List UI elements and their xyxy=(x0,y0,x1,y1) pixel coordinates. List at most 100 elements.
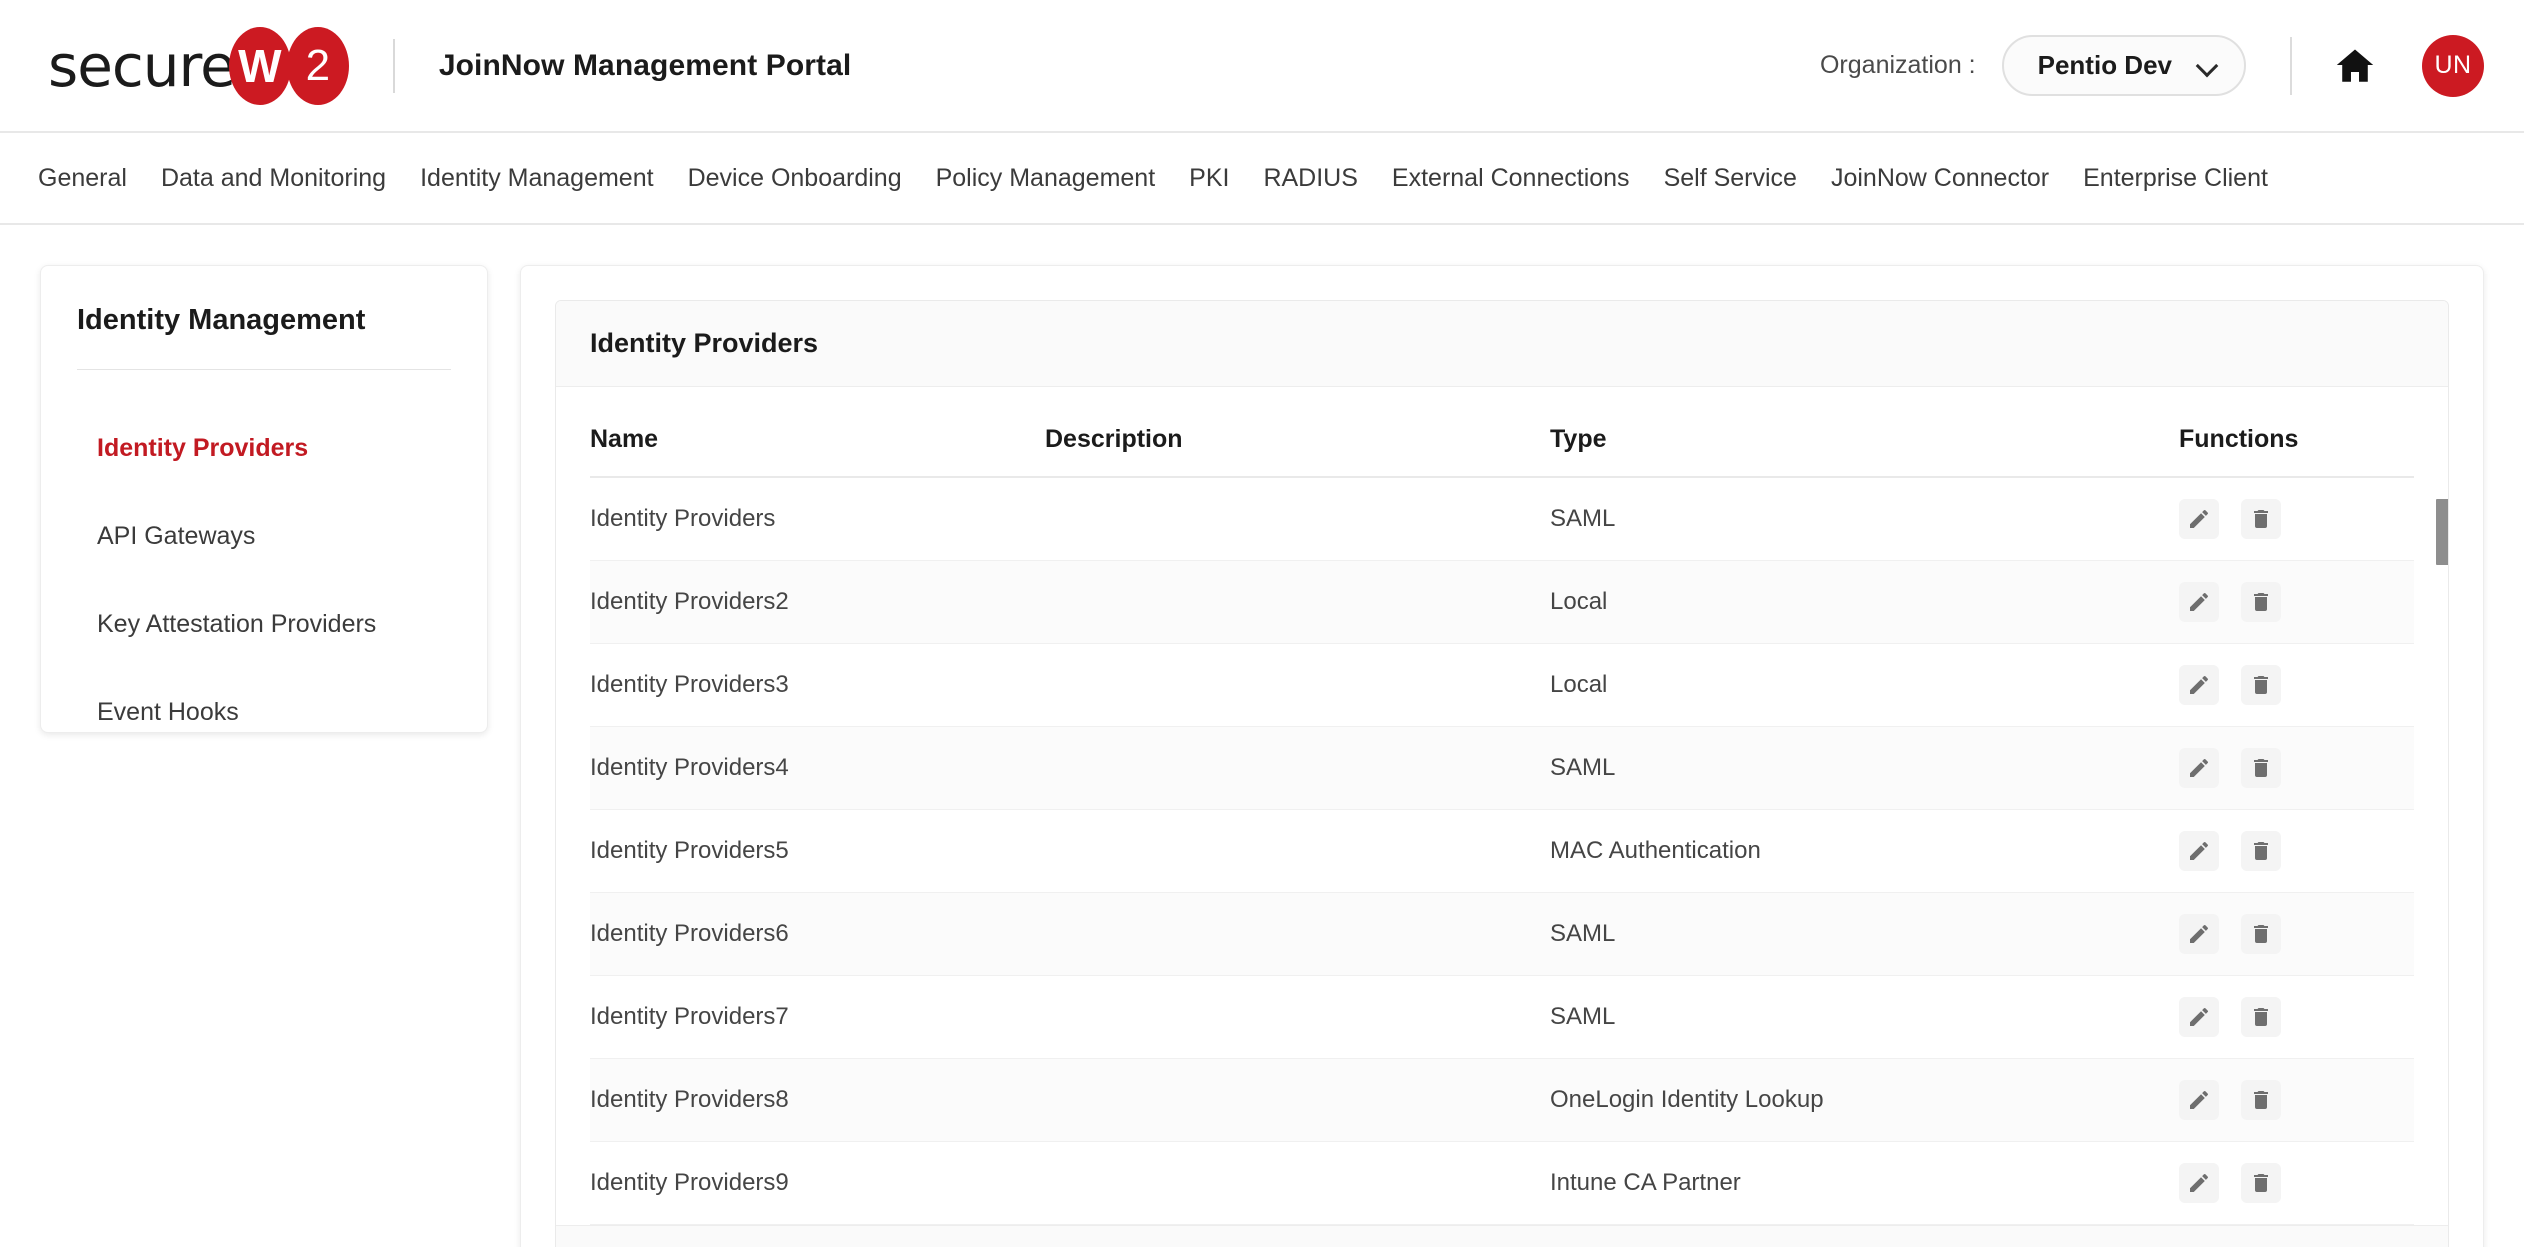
cell-functions xyxy=(2169,643,2414,727)
page-body: Identity Management Identity Providers A… xyxy=(0,225,2524,1247)
edit-icon[interactable] xyxy=(2179,665,2219,705)
identity-providers-panel: Identity Providers Name Description Type… xyxy=(555,300,2449,1247)
delete-icon[interactable] xyxy=(2241,582,2281,622)
cell-type: Local xyxy=(1550,560,2169,644)
nav-item-self-service[interactable]: Self Service xyxy=(1664,164,1797,193)
user-avatar[interactable]: UN xyxy=(2422,34,2484,97)
delete-icon[interactable] xyxy=(2241,914,2281,954)
nav-item-pki[interactable]: PKI xyxy=(1189,164,1229,193)
nav-item-radius[interactable]: RADIUS xyxy=(1263,164,1357,193)
nav-item-identity-management[interactable]: Identity Management xyxy=(420,164,653,193)
nav-item-enterprise-client[interactable]: Enterprise Client xyxy=(2083,164,2268,193)
table-body: Identity Providers SAML Identity Provide… xyxy=(590,477,2414,1225)
edit-icon[interactable] xyxy=(2179,1163,2219,1203)
main-content-card: Identity Providers Name Description Type… xyxy=(520,265,2484,1247)
sidebar-item-api-gateways[interactable]: API Gateways xyxy=(41,492,487,580)
brand-zone: secure W 2 JoinNow Management Portal xyxy=(48,26,852,105)
column-header-functions: Functions xyxy=(2169,387,2414,478)
cell-type: SAML xyxy=(1550,726,2169,810)
cell-type: Local xyxy=(1550,643,2169,727)
logo-wordmark: secure xyxy=(48,31,236,100)
cell-name: Identity Providers4 xyxy=(590,726,1045,810)
edit-icon[interactable] xyxy=(2179,997,2219,1037)
cell-description xyxy=(1045,560,1550,644)
identity-providers-table: Name Description Type Functions Identity… xyxy=(590,387,2414,1225)
delete-icon[interactable] xyxy=(2241,831,2281,871)
table-header-row: Name Description Type Functions xyxy=(590,387,2414,478)
header-right-zone: Organization : Pentio Dev UN xyxy=(1820,34,2484,97)
cell-type: SAML xyxy=(1550,975,2169,1059)
portal-title: JoinNow Management Portal xyxy=(438,48,852,82)
organization-select-value: Pentio Dev xyxy=(2037,50,2172,80)
cell-type: OneLogin Identity Lookup xyxy=(1550,1058,2169,1142)
cell-functions xyxy=(2169,892,2414,976)
table-row[interactable]: Identity Providers4 SAML xyxy=(590,726,2414,810)
table-row[interactable]: Identity Providers6 SAML xyxy=(590,892,2414,976)
table-scrollbar-thumb[interactable] xyxy=(2436,499,2448,565)
column-header-description[interactable]: Description xyxy=(1045,387,1550,478)
cell-description xyxy=(1045,726,1550,810)
table-scrollbar[interactable] xyxy=(2436,499,2448,967)
column-header-type[interactable]: Type xyxy=(1550,387,2169,478)
table-row[interactable]: Identity Providers8 OneLogin Identity Lo… xyxy=(590,1058,2414,1142)
home-icon[interactable] xyxy=(2332,45,2378,87)
cell-type: SAML xyxy=(1550,892,2169,976)
nav-item-general[interactable]: General xyxy=(38,164,127,193)
table-head: Name Description Type Functions xyxy=(590,387,2414,478)
cell-name: Identity Providers9 xyxy=(590,1141,1045,1225)
delete-icon[interactable] xyxy=(2241,1080,2281,1120)
cell-description xyxy=(1045,643,1550,727)
cell-name: Identity Providers5 xyxy=(590,809,1045,893)
sidebar-title: Identity Management xyxy=(77,304,366,336)
sidebar-item-event-hooks[interactable]: Event Hooks xyxy=(41,668,487,756)
delete-icon[interactable] xyxy=(2241,997,2281,1037)
edit-icon[interactable] xyxy=(2179,499,2219,539)
cell-functions xyxy=(2169,809,2414,893)
delete-icon[interactable] xyxy=(2241,1163,2281,1203)
column-header-name[interactable]: Name xyxy=(590,387,1045,478)
delete-icon[interactable] xyxy=(2241,499,2281,539)
logo-w-badge: W xyxy=(228,26,291,105)
cell-description xyxy=(1045,975,1550,1059)
cell-functions xyxy=(2169,975,2414,1059)
edit-icon[interactable] xyxy=(2179,582,2219,622)
securew2-logo[interactable]: secure W 2 xyxy=(48,26,349,105)
cell-description xyxy=(1045,1058,1550,1142)
nav-item-external-connections[interactable]: External Connections xyxy=(1392,164,1630,193)
organization-select[interactable]: Pentio Dev xyxy=(2001,35,2246,96)
edit-icon[interactable] xyxy=(2179,831,2219,871)
cell-name: Identity Providers3 xyxy=(590,643,1045,727)
table-container: Name Description Type Functions Identity… xyxy=(556,387,2448,1225)
cell-functions xyxy=(2169,1141,2414,1225)
table-row[interactable]: Identity Providers9 Intune CA Partner xyxy=(590,1141,2414,1225)
logo-2-badge: 2 xyxy=(286,26,349,105)
cell-name: Identity Providers xyxy=(590,477,1045,561)
nav-item-joinnow-connector[interactable]: JoinNow Connector xyxy=(1831,164,2049,193)
logo-2-letter: 2 xyxy=(305,40,331,90)
sidebar-item-key-attestation-providers[interactable]: Key Attestation Providers xyxy=(41,580,487,668)
table-row[interactable]: Identity Providers5 MAC Authentication xyxy=(590,809,2414,893)
cell-name: Identity Providers6 xyxy=(590,892,1045,976)
edit-icon[interactable] xyxy=(2179,914,2219,954)
panel-footer: Add Identity Provider xyxy=(556,1225,2448,1247)
delete-icon[interactable] xyxy=(2241,748,2281,788)
table-row[interactable]: Identity Providers SAML xyxy=(590,477,2414,561)
table-row[interactable]: Identity Providers3 Local xyxy=(590,643,2414,727)
edit-icon[interactable] xyxy=(2179,748,2219,788)
sidebar-item-identity-providers[interactable]: Identity Providers xyxy=(41,404,487,492)
nav-item-policy-management[interactable]: Policy Management xyxy=(936,164,1156,193)
edit-icon[interactable] xyxy=(2179,1080,2219,1120)
nav-item-data-and-monitoring[interactable]: Data and Monitoring xyxy=(161,164,386,193)
panel-title: Identity Providers xyxy=(556,301,2448,387)
cell-description xyxy=(1045,477,1550,561)
table-row[interactable]: Identity Providers7 SAML xyxy=(590,975,2414,1059)
header-divider xyxy=(392,38,395,93)
header-separator xyxy=(2290,36,2292,95)
nav-item-device-onboarding[interactable]: Device Onboarding xyxy=(688,164,902,193)
cell-functions xyxy=(2169,477,2414,561)
delete-icon[interactable] xyxy=(2241,665,2281,705)
cell-functions xyxy=(2169,560,2414,644)
table-row[interactable]: Identity Providers2 Local xyxy=(590,560,2414,644)
cell-name: Identity Providers2 xyxy=(590,560,1045,644)
cell-type: Intune CA Partner xyxy=(1550,1141,2169,1225)
